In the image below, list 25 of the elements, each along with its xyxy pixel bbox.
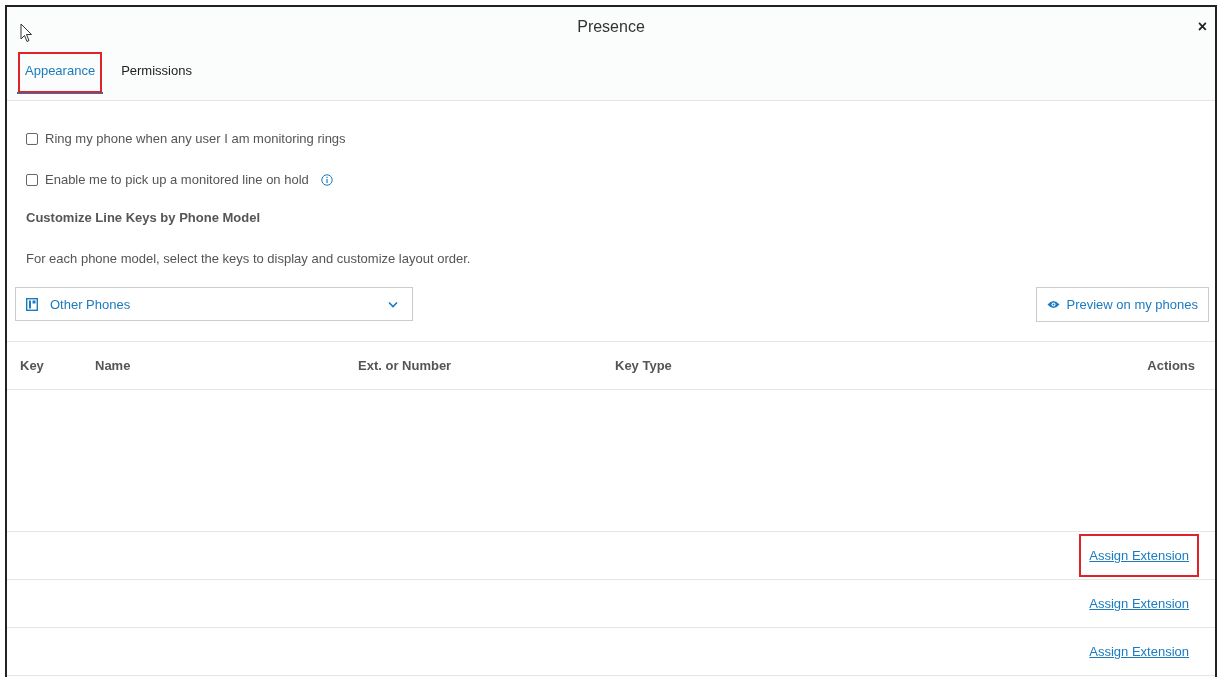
option-label: Ring my phone when any user I am monitoring rings bbox=[45, 131, 346, 146]
option-label: Enable me to pick up a monitored line on hold bbox=[45, 172, 309, 187]
column-header: Ext. or Number bbox=[358, 358, 452, 373]
chevron-down-icon bbox=[388, 300, 398, 308]
preview-button[interactable]: Preview on my phones bbox=[1036, 286, 1209, 322]
phone-model-dropdown[interactable]: Other Phones bbox=[15, 287, 413, 321]
assign-extension-link[interactable]: Assign Extension bbox=[1081, 536, 1197, 575]
tab[interactable]: Permissions bbox=[113, 51, 200, 94]
column-header: Key bbox=[20, 358, 44, 373]
section-description: For each phone model, select the keys to display and customize layout order. bbox=[25, 251, 472, 266]
checkbox[interactable] bbox=[26, 173, 38, 186]
column-header: Key Type bbox=[615, 358, 672, 373]
tab[interactable]: Appearance bbox=[17, 51, 104, 94]
checkbox[interactable] bbox=[26, 132, 38, 145]
section-heading: Customize Line Keys by Phone Model bbox=[25, 210, 262, 225]
cursor-icon bbox=[20, 23, 33, 43]
phone-icon bbox=[26, 297, 38, 311]
column-header: Actions bbox=[1147, 358, 1195, 373]
column-header: Name bbox=[95, 358, 131, 373]
assign-extension-link[interactable]: Assign Extension bbox=[1081, 638, 1197, 665]
close-button[interactable]: × bbox=[1191, 17, 1213, 37]
window-title: Presence bbox=[577, 18, 645, 36]
eye-icon bbox=[1047, 299, 1061, 309]
info-icon[interactable] bbox=[320, 173, 333, 186]
assign-extension-link[interactable]: Assign Extension bbox=[1081, 590, 1197, 617]
